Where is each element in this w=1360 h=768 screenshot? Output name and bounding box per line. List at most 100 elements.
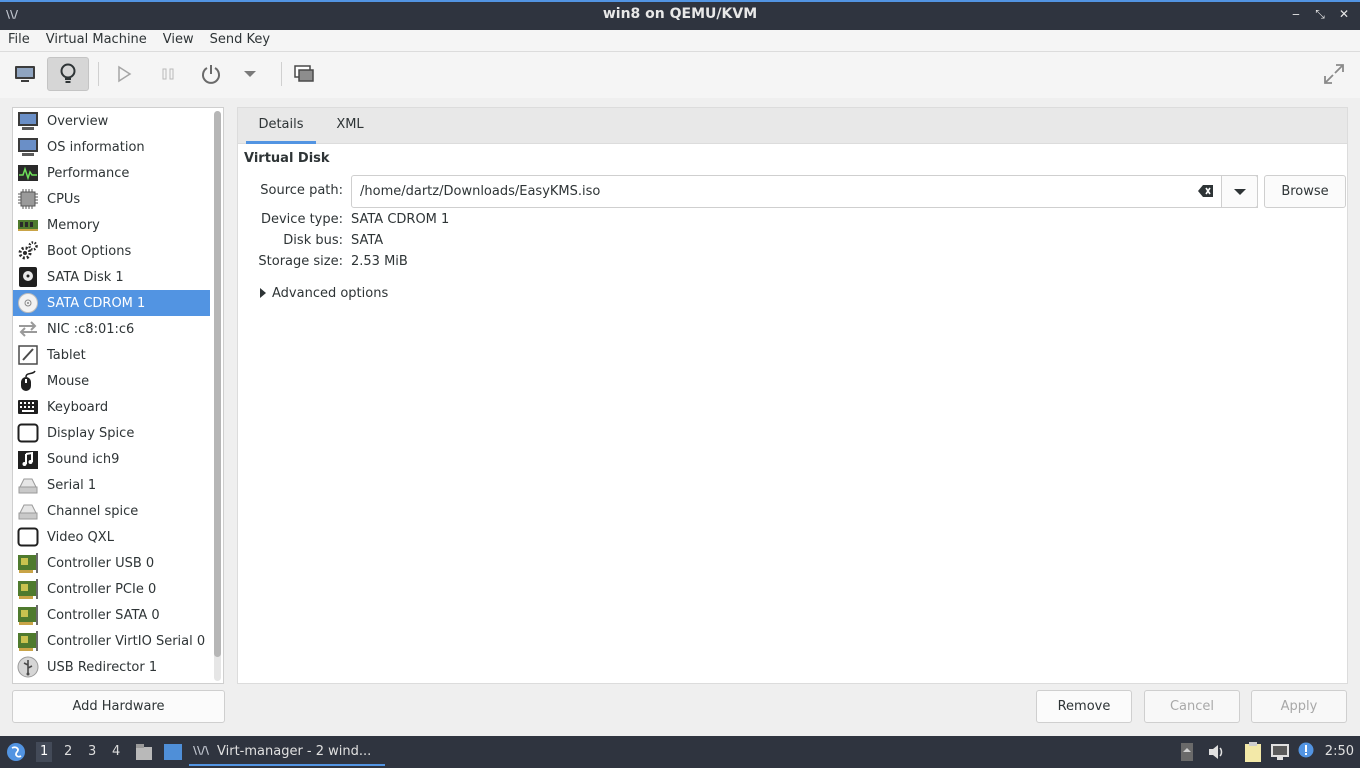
cpu-icon [16,188,40,210]
storage-size-label: Storage size: [258,254,343,269]
hw-item-mouse[interactable]: Mouse [13,368,210,394]
memory-icon [16,214,40,236]
details-button[interactable] [47,57,89,91]
chevron-down-icon [1233,188,1246,195]
network-tray-icon[interactable] [1270,743,1290,765]
hw-item-video-qxl[interactable]: Video QXL [13,524,210,550]
volume-icon[interactable] [1207,743,1225,765]
hw-item-label: Serial 1 [47,477,97,493]
expander-arrow-icon [260,288,266,298]
hw-item-label: Memory [47,217,100,233]
advanced-options-label: Advanced options [272,286,389,301]
workspace-2[interactable]: 2 [64,744,72,759]
hw-item-label: Display Spice [47,425,135,441]
tray-arrow-icon[interactable] [1180,742,1194,766]
source-path-input[interactable]: /home/dartz/Downloads/EasyKMS.iso [351,175,1258,208]
disk-icon [16,266,40,288]
hw-item-serial-1[interactable]: Serial 1 [13,472,210,498]
snapshots-icon [294,65,314,82]
hw-item-controller-pcie[interactable]: Controller PCIe 0 [13,576,210,602]
hw-item-usb-redirector[interactable]: USB Redirector 1 [13,654,210,680]
workspace-1[interactable]: 1 [36,742,53,762]
tab-xml[interactable]: XML [324,108,376,144]
hw-item-os-information[interactable]: OS information [13,134,210,160]
advanced-options-expander[interactable]: Advanced options [260,286,388,301]
browse-button[interactable]: Browse [1264,175,1346,208]
toolbar-separator [281,62,282,86]
tab-details[interactable]: Details [246,108,316,144]
scrollbar-thumb[interactable] [214,111,221,657]
hw-item-sound[interactable]: Sound ich9 [13,446,210,472]
file-manager-icon[interactable] [135,742,153,766]
restore-icon[interactable]: ⤡ [1312,6,1328,22]
hw-item-cpus[interactable]: CPUs [13,186,210,212]
hw-item-display-spice[interactable]: Display Spice [13,420,210,446]
menubar: File Virtual Machine View Send Key [0,30,1360,52]
shutdown-button[interactable] [190,57,232,91]
hw-item-controller-virtio-serial[interactable]: Controller VirtIO Serial 0 [13,628,210,654]
hw-item-controller-sata[interactable]: Controller SATA 0 [13,602,210,628]
hw-item-label: Sound ich9 [47,451,120,467]
menu-virtual-machine[interactable]: Virtual Machine [38,30,155,51]
hw-item-label: SATA Disk 1 [47,269,124,285]
add-hardware-button[interactable]: Add Hardware [12,690,225,723]
hw-item-sata-cdrom-1[interactable]: SATA CDROM 1 [13,290,210,316]
taskbar: 1 2 3 4 \\/\ Virt-manager - 2 wind... 2:… [0,736,1360,768]
power-icon [202,65,220,84]
apply-button[interactable]: Apply [1251,690,1347,723]
console-icon [15,66,35,82]
hw-item-nic[interactable]: NIC :c8:01:c6 [13,316,210,342]
shutdown-menu-button[interactable] [230,57,270,91]
run-button[interactable] [103,57,145,91]
remove-button[interactable]: Remove [1036,690,1132,723]
controller-icon [16,552,40,574]
fullscreen-button[interactable] [1313,57,1355,91]
hw-item-label: USB Redirector 1 [47,659,158,675]
keyboard-icon [16,396,40,418]
source-path-dropdown[interactable] [1221,175,1258,208]
performance-icon [16,162,40,184]
menu-send-key[interactable]: Send Key [202,30,278,51]
clipboard-icon[interactable] [1244,741,1262,767]
fullscreen-icon [1324,64,1344,84]
hw-item-memory[interactable]: Memory [13,212,210,238]
desktop-icon[interactable] [163,743,183,765]
hw-item-label: Video QXL [47,529,114,545]
hw-item-performance[interactable]: Performance [13,160,210,186]
hw-item-label: Controller VirtIO Serial 0 [47,633,206,649]
device-type-label: Device type: [260,212,343,227]
details-panel: Details XML Virtual Disk Source path: /h… [237,107,1348,684]
hw-item-overview[interactable]: Overview [13,108,210,134]
hw-item-tablet[interactable]: Tablet [13,342,210,368]
close-icon[interactable]: ✕ [1336,6,1352,22]
snapshots-button[interactable] [283,57,325,91]
tablet-icon [16,344,40,366]
monitor-icon [16,110,40,132]
display-icon [16,422,40,444]
pause-button[interactable] [147,57,189,91]
menu-view[interactable]: View [155,30,202,51]
source-path-label: Source path: [260,183,343,198]
workspace-3[interactable]: 3 [88,744,96,759]
hardware-list-scrollbar[interactable] [214,111,221,681]
menu-file[interactable]: File [0,30,38,51]
cancel-button[interactable]: Cancel [1144,690,1240,723]
hw-item-controller-usb[interactable]: Controller USB 0 [13,550,210,576]
hw-item-keyboard[interactable]: Keyboard [13,394,210,420]
console-button[interactable] [4,57,46,91]
hw-item-channel-spice[interactable]: Channel spice [13,498,210,524]
clear-text-icon[interactable] [1198,184,1214,202]
mouse-icon [16,370,40,392]
update-notification-icon[interactable] [1298,742,1314,762]
network-icon [16,318,40,340]
virt-manager-icon: \\/\ [193,744,210,757]
hw-item-boot-options[interactable]: Boot Options [13,238,210,264]
taskbar-item-virt-manager[interactable]: \\/\ Virt-manager - 2 wind... [189,738,385,766]
start-menu-icon[interactable] [6,742,26,766]
play-icon [118,65,132,83]
hw-item-sata-disk-1[interactable]: SATA Disk 1 [13,264,210,290]
workspace-4[interactable]: 4 [112,744,120,759]
hw-item-label: Overview [47,113,109,129]
minimize-icon[interactable]: ‒ [1288,6,1304,22]
hw-item-label: Controller PCIe 0 [47,581,157,597]
